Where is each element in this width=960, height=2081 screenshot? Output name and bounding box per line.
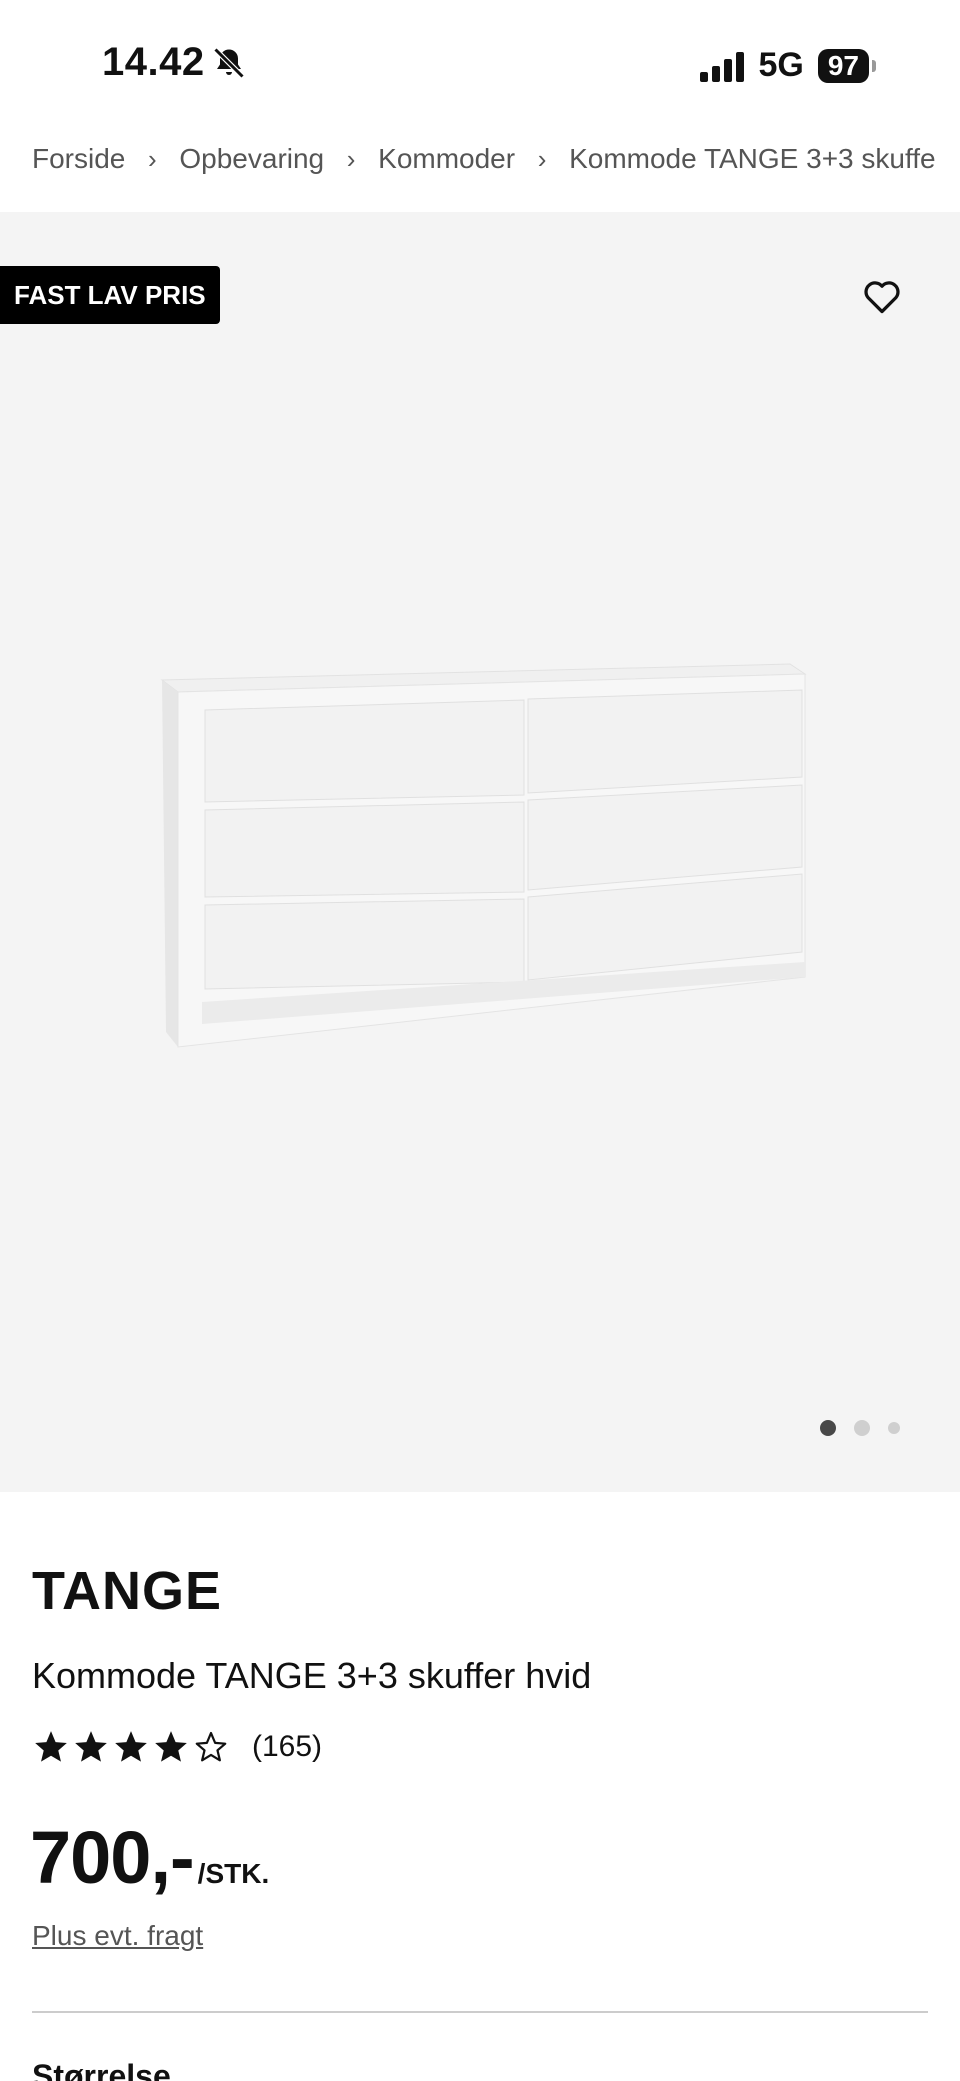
status-bar: 14.42 5G 97 <box>0 0 960 130</box>
product-brand: TANGE <box>32 1561 222 1621</box>
price-unit: /STK. <box>197 1858 270 1889</box>
product-name: Kommode TANGE 3+3 skuffer hvid <box>32 1655 592 1696</box>
bell-muted-icon <box>213 47 244 78</box>
price-badge: FAST LAV PRIS <box>0 266 220 324</box>
pagination-dot[interactable] <box>854 1420 870 1436</box>
star-icon <box>155 1731 187 1762</box>
status-time: 14.42 <box>102 40 247 85</box>
size-section-title[interactable]: Størrelse <box>32 2058 171 2081</box>
network-label: 5G <box>758 46 804 84</box>
review-count[interactable]: (165) <box>252 1730 322 1764</box>
star-outline-icon <box>195 1731 227 1762</box>
heart-icon[interactable] <box>862 278 902 314</box>
star-icon <box>35 1731 67 1762</box>
time-label: 14.42 <box>102 40 205 84</box>
breadcrumb-item-kommoder[interactable]: Kommoder <box>378 143 515 175</box>
chevron-right-icon: › <box>346 143 356 174</box>
pagination-dot[interactable] <box>888 1422 900 1434</box>
chevron-right-icon: › <box>148 143 157 174</box>
product-gallery[interactable]: FAST LAV PRIS <box>0 212 960 1492</box>
breadcrumb-item-opbevaring[interactable]: Opbevaring <box>179 143 324 175</box>
divider <box>32 2011 928 2013</box>
star-icon <box>75 1731 107 1762</box>
pagination-dot-active[interactable] <box>820 1420 836 1436</box>
battery-icon: 97 <box>817 48 876 83</box>
breadcrumb-item-forside[interactable]: Forside <box>32 143 125 175</box>
chevron-right-icon: › <box>537 143 547 174</box>
price-value: 700,- <box>30 1816 195 1899</box>
battery-level: 97 <box>817 48 869 83</box>
breadcrumb-item-current[interactable]: Kommode TANGE 3+3 skuffe <box>569 143 936 175</box>
star-icon <box>115 1731 147 1762</box>
gallery-pagination <box>820 1420 900 1436</box>
breadcrumb: Forside › Opbevaring › Kommoder › Kommod… <box>32 143 952 175</box>
shipping-info-link[interactable]: Plus evt. fragt <box>32 1920 203 1952</box>
price: 700,- /STK. <box>30 1815 269 1900</box>
product-image[interactable] <box>140 652 820 1072</box>
signal-icon <box>700 50 745 82</box>
rating[interactable]: (165) <box>32 1728 322 1766</box>
status-indicators: 5G 97 <box>700 46 876 85</box>
